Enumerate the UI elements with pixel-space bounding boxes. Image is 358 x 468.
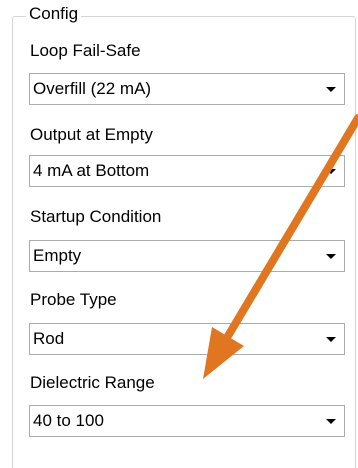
startup-condition-dropdown[interactable]: Empty xyxy=(29,240,345,272)
output-at-empty-dropdown[interactable]: 4 mA at Bottom xyxy=(29,155,345,187)
loop-fail-safe-dropdown[interactable]: Overfill (22 mA) xyxy=(29,73,345,105)
probe-type-value: Rod xyxy=(33,329,65,348)
loop-fail-safe-label: Loop Fail-Safe xyxy=(30,41,141,60)
loop-fail-safe-value: Overfill (22 mA) xyxy=(33,79,152,98)
dielectric-range-dropdown[interactable]: 40 to 100 xyxy=(29,405,345,437)
output-at-empty-value: 4 mA at Bottom xyxy=(33,161,150,180)
chevron-down-icon[interactable] xyxy=(326,169,336,174)
group-title: Config xyxy=(26,4,82,24)
chevron-down-icon[interactable] xyxy=(326,87,336,92)
output-at-empty-label: Output at Empty xyxy=(30,125,153,144)
startup-condition-value: Empty xyxy=(33,246,82,265)
probe-type-label: Probe Type xyxy=(30,290,117,309)
probe-type-dropdown[interactable]: Rod xyxy=(29,323,345,355)
chevron-down-icon[interactable] xyxy=(326,419,336,424)
dielectric-range-label: Dielectric Range xyxy=(30,373,155,392)
chevron-down-icon[interactable] xyxy=(326,254,336,259)
startup-condition-label: Startup Condition xyxy=(30,207,162,226)
dielectric-range-value: 40 to 100 xyxy=(33,411,104,430)
chevron-down-icon[interactable] xyxy=(326,337,336,342)
